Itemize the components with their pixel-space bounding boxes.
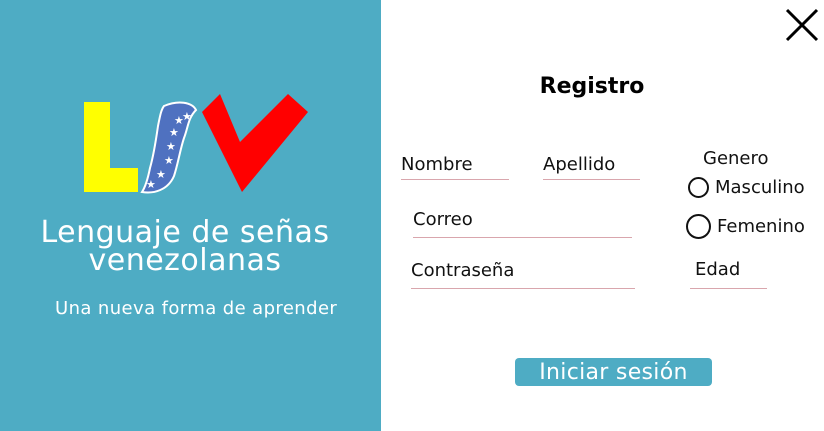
correo-input[interactable]: [413, 209, 632, 238]
svg-text:★: ★: [182, 110, 192, 123]
brand-subtitle: Una nueva forma de aprender: [55, 298, 338, 319]
correo-field[interactable]: Correo: [413, 209, 632, 238]
radio-masculino-label: Masculino: [715, 177, 805, 198]
contrasena-field[interactable]: Contraseña: [411, 260, 635, 289]
close-icon[interactable]: [784, 7, 820, 43]
gender-label: Genero: [703, 148, 769, 169]
form-title: Registro: [539, 74, 645, 99]
svg-text:★: ★: [166, 140, 176, 153]
radio-femenino-label: Femenino: [717, 216, 805, 237]
brand-title: Lenguaje de señas venezolanas: [40, 215, 330, 278]
svg-text:★: ★: [146, 178, 156, 191]
radio-femenino[interactable]: Femenino: [686, 214, 805, 239]
apellido-field[interactable]: Apellido: [543, 154, 640, 180]
svg-text:★: ★: [164, 154, 174, 167]
radio-circle-icon[interactable]: [688, 177, 709, 198]
apellido-input[interactable]: [543, 154, 640, 180]
login-button[interactable]: Iniciar sesión: [515, 358, 712, 386]
brand-panel: ★ ★ ★ ★ ★ ★ ★ Lenguaje de señas venezola…: [0, 0, 381, 431]
contrasena-input[interactable]: [411, 260, 635, 289]
nombre-field[interactable]: Nombre: [401, 154, 509, 180]
nombre-input[interactable]: [401, 154, 509, 180]
edad-input[interactable]: [690, 259, 767, 289]
edad-field[interactable]: Edad: [690, 259, 767, 289]
lsv-logo-icon: ★ ★ ★ ★ ★ ★ ★: [84, 94, 308, 194]
radio-circle-icon[interactable]: [686, 214, 711, 239]
svg-text:★: ★: [169, 126, 179, 139]
radio-masculino[interactable]: Masculino: [688, 177, 805, 198]
svg-text:★: ★: [156, 168, 166, 181]
